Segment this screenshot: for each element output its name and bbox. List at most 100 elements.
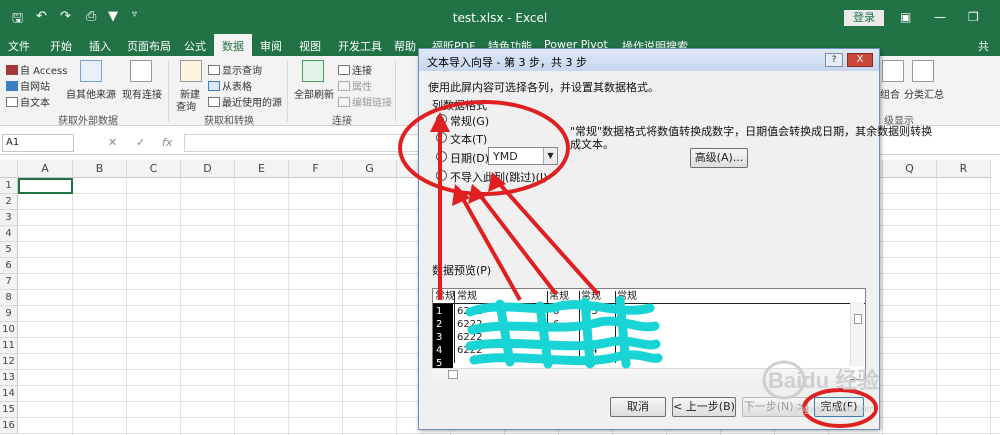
column-header-b[interactable]: B — [73, 160, 127, 178]
select-all-corner[interactable] — [0, 160, 18, 178]
tab-formulas[interactable]: 公式 — [184, 38, 206, 54]
row-header-11[interactable]: 11 — [0, 338, 18, 354]
ribbon-display-icon[interactable]: ▣ — [900, 10, 911, 24]
radio-skip-label[interactable]: 不导入此列(跳过)(I) — [450, 169, 547, 185]
other-sources-button[interactable]: 自其他来源 — [66, 86, 116, 101]
preview-column-separator — [615, 291, 616, 363]
preview-header-5[interactable]: 常规 — [617, 291, 637, 303]
edit-links-button[interactable]: 编辑链接 — [338, 94, 392, 109]
date-format-select[interactable]: YMD ▼ — [488, 147, 558, 165]
row-header-12[interactable]: 12 — [0, 354, 18, 370]
radio-skip[interactable] — [436, 170, 447, 181]
from-table-button[interactable]: 从表格 — [208, 78, 252, 93]
from-web-button[interactable]: 自网站 — [6, 78, 50, 93]
enter-icon[interactable]: ✓ — [136, 136, 145, 149]
scrollbar-thumb[interactable] — [448, 370, 458, 379]
tab-insert[interactable]: 插入 — [89, 38, 111, 54]
close-button[interactable]: X — [847, 53, 873, 67]
login-button[interactable]: 登录 — [844, 10, 884, 26]
column-header-q[interactable]: Q — [883, 160, 937, 178]
advanced-button[interactable]: 高级(A)... — [690, 148, 748, 168]
name-box[interactable]: A1 — [2, 134, 74, 152]
radio-date[interactable] — [436, 151, 447, 162]
chevron-down-icon[interactable]: ▼ — [543, 148, 557, 164]
formula-input[interactable] — [184, 134, 424, 152]
row-header-10[interactable]: 10 — [0, 322, 18, 338]
preview-cell: 6222 — [457, 319, 483, 330]
preview-header-2[interactable]: 常规 — [457, 291, 477, 303]
radio-date-label[interactable]: 日期(D): — [450, 150, 493, 166]
from-text-button[interactable]: 自文本 — [6, 94, 50, 109]
radio-text-label[interactable]: 文本(T) — [450, 131, 487, 147]
format-description-line2: 成文本。 — [570, 138, 614, 151]
refresh-all-icon — [302, 60, 324, 82]
from-access-button[interactable]: 自 Access — [6, 62, 67, 77]
help-button[interactable]: ? — [825, 53, 843, 67]
properties-button[interactable]: 属性 — [338, 78, 372, 93]
row-header-9[interactable]: 9 — [0, 306, 18, 322]
column-header-r[interactable]: R — [937, 160, 991, 178]
edit-links-icon — [338, 97, 350, 107]
preview-header-4[interactable]: 常规 — [581, 291, 601, 303]
radio-text[interactable] — [436, 132, 447, 143]
row-header-1[interactable]: 1 — [0, 178, 18, 194]
minimize-icon[interactable]: — — [934, 10, 946, 24]
preview-header-3[interactable]: 常规 — [549, 291, 569, 303]
cancel-icon[interactable]: ✕ — [108, 136, 117, 149]
subtotal-icon — [912, 60, 934, 82]
row-header-16[interactable]: 16 — [0, 418, 18, 434]
gridline — [72, 178, 73, 435]
tab-data[interactable]: 数据 — [214, 34, 252, 56]
tab-help[interactable]: 帮助 — [394, 38, 416, 54]
properties-icon — [338, 81, 350, 91]
row-header-8[interactable]: 8 — [0, 290, 18, 306]
column-header-g[interactable]: G — [343, 160, 397, 178]
data-preview-label: 数据预览(P) — [432, 264, 492, 277]
new-query-dropdown[interactable]: 查询 — [176, 98, 196, 113]
row-header-4[interactable]: 4 — [0, 226, 18, 242]
column-header-f[interactable]: F — [289, 160, 343, 178]
preview-header-1[interactable]: 常规 — [435, 291, 455, 303]
row-header-14[interactable]: 14 — [0, 386, 18, 402]
radio-general-label[interactable]: 常规(G) — [450, 113, 489, 129]
gridline — [234, 178, 235, 435]
connections-button[interactable]: 连接 — [338, 62, 372, 77]
column-header-c[interactable]: C — [127, 160, 181, 178]
row-header-7[interactable]: 7 — [0, 274, 18, 290]
web-icon — [6, 81, 18, 91]
tab-review[interactable]: 审阅 — [260, 38, 282, 54]
tab-developer[interactable]: 开发工具 — [338, 38, 382, 54]
baidu-watermark: Baidu 经验 jingyan.baidu.com — [762, 360, 879, 415]
row-header-2[interactable]: 2 — [0, 194, 18, 210]
preview-column-separator — [579, 291, 580, 363]
row-header-13[interactable]: 13 — [0, 370, 18, 386]
back-button[interactable]: < 上一步(B) — [672, 397, 736, 417]
row-header-3[interactable]: 3 — [0, 210, 18, 226]
radio-general[interactable] — [436, 114, 447, 125]
subtotal-button[interactable]: 分类汇总 — [904, 86, 944, 101]
share-button[interactable]: 共 — [978, 38, 989, 54]
connections-icon — [338, 65, 350, 75]
cancel-button[interactable]: 取消 — [610, 397, 666, 417]
preview-cell: 1 — [436, 306, 443, 317]
tab-file[interactable]: 文件 — [8, 38, 30, 54]
column-header-a[interactable]: A — [18, 160, 73, 178]
active-cell-a1[interactable] — [18, 178, 73, 194]
row-header-5[interactable]: 5 — [0, 242, 18, 258]
restore-icon[interactable]: ❐ — [968, 10, 979, 24]
recent-sources-button[interactable]: 最近使用的源 — [208, 94, 282, 109]
tab-view[interactable]: 视图 — [299, 38, 321, 54]
tab-home[interactable]: 开始 — [50, 38, 72, 54]
column-header-e[interactable]: E — [235, 160, 289, 178]
row-header-15[interactable]: 15 — [0, 402, 18, 418]
existing-connections-button[interactable]: 现有连接 — [122, 86, 162, 101]
refresh-all-button[interactable]: 全部刷新 — [294, 86, 334, 101]
new-query-icon — [180, 60, 202, 82]
show-queries-button[interactable]: 显示查询 — [208, 62, 262, 77]
row-header-6[interactable]: 6 — [0, 258, 18, 274]
group-button[interactable]: 组合 — [880, 86, 900, 101]
scrollbar-thumb[interactable] — [854, 314, 862, 324]
tab-page-layout[interactable]: 页面布局 — [127, 38, 171, 54]
column-header-d[interactable]: D — [181, 160, 235, 178]
insert-function-icon[interactable]: fx — [162, 136, 172, 149]
